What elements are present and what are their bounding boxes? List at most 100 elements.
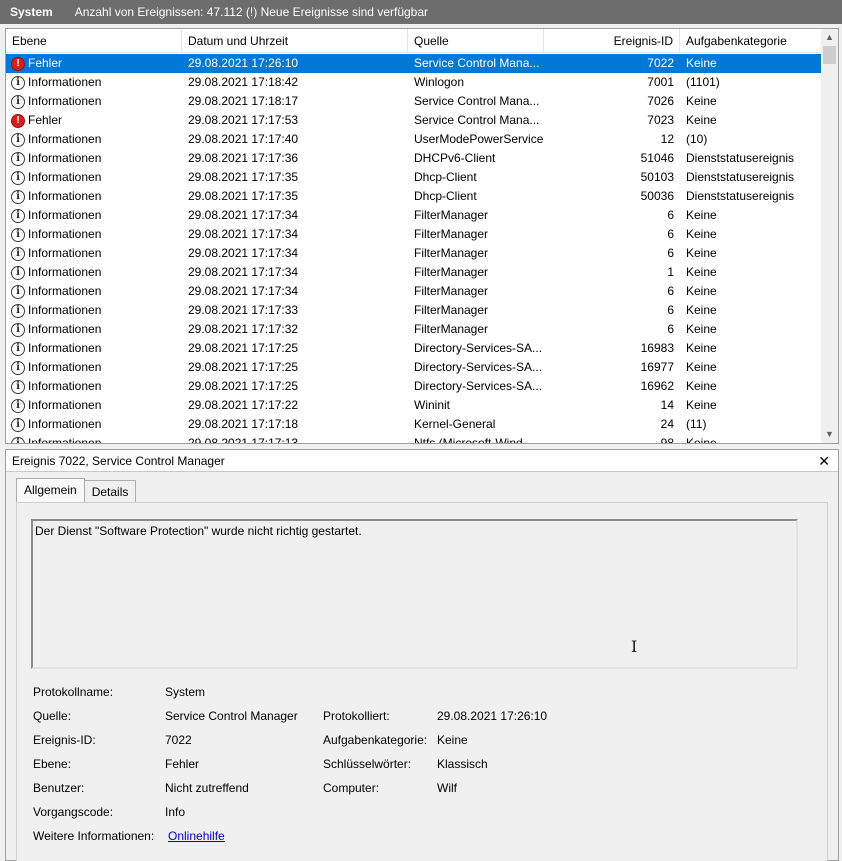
event-row[interactable]: i Informationen 29.08.2021 17:17:34 FilterM… [6,225,821,244]
info-icon: i [11,341,25,356]
label-event-id: Ereignis-ID: [33,733,96,747]
event-source: Dhcp-Client [414,189,477,203]
log-title-bar: System Anzahl von Ereignissen: 47.112 (!… [0,0,842,24]
tab-details[interactable]: Details [83,480,137,503]
column-header-category[interactable]: Aufgabenkategorie [680,29,821,53]
event-source: Directory-Services-SA... [414,360,543,374]
event-id: 14 [660,398,674,412]
event-row[interactable]: i Informationen 29.08.2021 17:17:25 Directo… [6,339,821,358]
column-header-event-id[interactable]: Ereignis-ID [544,29,680,53]
event-row[interactable]: i Informationen 29.08.2021 17:17:36 DHCPv6-… [6,149,821,168]
close-icon[interactable]: ✕ [818,450,830,472]
event-row[interactable]: i Informationen 29.08.2021 17:17:33 FilterM… [6,301,821,320]
event-level-cell: i Informationen [6,415,182,434]
event-list-scrollbar[interactable]: ▲ ▼ [821,29,838,443]
event-date: 29.08.2021 17:26:10 [188,56,299,70]
event-detail-pane: Ereignis 7022, Service Control Manager ✕… [5,449,839,861]
event-level: Informationen [28,265,102,279]
event-row[interactable]: i Informationen 29.08.2021 17:17:25 Directo… [6,377,821,396]
event-row[interactable]: i Informationen 29.08.2021 17:17:40 UserMod… [6,130,821,149]
event-level-cell: i Informationen [6,358,182,377]
general-tab-body: Der Dienst "Software Protection" wurde n… [16,502,828,861]
detail-title-bar: Ereignis 7022, Service Control Manager ✕ [6,450,838,472]
event-level-cell: ! Fehler [6,54,182,73]
event-row[interactable]: i Informationen 29.08.2021 17:17:34 FilterM… [6,206,821,225]
event-list-header: Ebene Datum und Uhrzeit Quelle Ereignis-… [6,29,821,53]
event-level: Informationen [28,75,102,89]
event-date: 29.08.2021 17:17:25 [188,341,299,355]
event-level-cell: i Informationen [6,434,182,443]
event-level: Informationen [28,284,102,298]
event-category: Dienststatusereignis [686,170,795,184]
event-date: 29.08.2021 17:17:25 [188,360,299,374]
event-date: 29.08.2021 17:18:17 [188,94,299,108]
event-date: 29.08.2021 17:17:35 [188,170,299,184]
event-level-cell: i Informationen [6,320,182,339]
event-list[interactable]: Ebene Datum und Uhrzeit Quelle Ereignis-… [5,28,839,444]
scroll-up-icon[interactable]: ▲ [821,29,838,46]
event-level: Fehler [28,113,63,127]
info-icon: i [11,94,25,109]
value-level: Fehler [165,757,200,771]
column-header-date[interactable]: Datum und Uhrzeit [182,29,408,53]
event-source: FilterManager [414,246,489,260]
event-category: Dienststatusereignis [686,189,795,203]
event-row[interactable]: i Informationen 29.08.2021 17:17:22 Wininit… [6,396,821,415]
event-level: Informationen [28,322,102,336]
online-help-link[interactable]: Onlinehilfe [168,829,225,843]
event-row[interactable]: i Informationen 29.08.2021 17:17:32 FilterM… [6,320,821,339]
event-date: 29.08.2021 17:17:34 [188,227,299,241]
tab-general[interactable]: Allgemein [16,478,85,503]
value-log-name: System [165,685,206,699]
event-source: FilterManager [414,303,489,317]
event-row[interactable]: i Informationen 29.08.2021 17:17:34 FilterM… [6,263,821,282]
event-category: Keine [686,436,717,444]
info-icon: i [11,75,25,90]
event-source: FilterManager [414,265,489,279]
event-category: Keine [686,94,717,108]
event-id: 98 [660,436,674,444]
event-category: (10) [686,132,708,146]
event-level: Informationen [28,417,102,431]
event-category: Keine [686,227,717,241]
event-row[interactable]: i Informationen 29.08.2021 17:17:13 Ntfs (M… [6,434,821,444]
event-row[interactable]: i Informationen 29.08.2021 17:17:34 FilterM… [6,244,821,263]
label-level: Ebene: [33,757,72,771]
event-category: (1101) [686,75,720,89]
column-header-source[interactable]: Quelle [408,29,544,53]
event-category: Keine [686,246,717,260]
info-icon: i [11,436,25,443]
event-category: Keine [686,398,717,412]
event-id: 6 [667,322,674,336]
event-row[interactable]: i Informationen 29.08.2021 17:17:35 Dhcp-Cl… [6,187,821,206]
event-date: 29.08.2021 17:17:53 [188,113,299,127]
event-id: 6 [667,303,674,317]
event-level-cell: i Informationen [6,339,182,358]
event-row[interactable]: ! Fehler 29.08.2021 17:17:53 Service Contro… [6,111,821,130]
info-icon: i [11,132,25,147]
event-row[interactable]: ! Fehler 29.08.2021 17:26:10 Service Contro… [6,54,821,73]
event-category: Keine [686,360,717,374]
event-row[interactable]: i Informationen 29.08.2021 17:17:25 Directo… [6,358,821,377]
event-rows: ! Fehler 29.08.2021 17:26:10 Service Contro… [6,54,821,444]
event-level: Informationen [28,132,102,146]
label-logged: Protokolliert: [323,709,390,723]
event-category: Dienststatusereignis [686,151,795,165]
event-row[interactable]: i Informationen 29.08.2021 17:17:35 Dhcp-Cl… [6,168,821,187]
event-date: 29.08.2021 17:17:13 [188,436,299,444]
event-row[interactable]: i Informationen 29.08.2021 17:18:17 Service… [6,92,821,111]
column-header-level[interactable]: Ebene [6,29,182,53]
event-row[interactable]: i Informationen 29.08.2021 17:18:42 Winlogo… [6,73,821,92]
event-date: 29.08.2021 17:17:22 [188,398,299,412]
event-level-cell: ! Fehler [6,111,182,130]
scroll-thumb[interactable] [823,46,836,64]
event-level: Informationen [28,379,102,393]
info-icon: i [11,265,25,280]
scroll-down-icon[interactable]: ▼ [821,426,838,443]
event-id: 51046 [640,151,674,165]
event-date: 29.08.2021 17:17:35 [188,189,299,203]
event-source: Directory-Services-SA... [414,341,543,355]
event-row[interactable]: i Informationen 29.08.2021 17:17:34 FilterM… [6,282,821,301]
info-icon: i [11,284,25,299]
event-row[interactable]: i Informationen 29.08.2021 17:17:18 Kernel-… [6,415,821,434]
